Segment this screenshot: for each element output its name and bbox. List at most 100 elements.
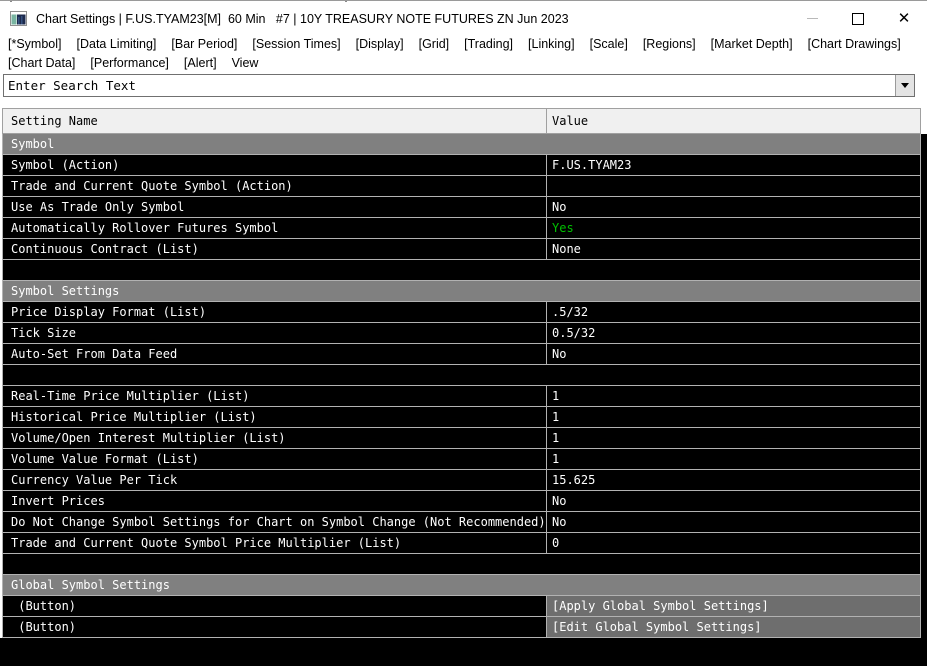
menu-item-chart-data[interactable]: [Chart Data] [8,54,75,73]
menu-item-chart-drawings[interactable]: [Chart Drawings] [808,35,901,54]
setting-row[interactable]: Volume Value Format (List) 1 [2,449,921,470]
section-header-row: Symbol [2,134,921,155]
separator-row [2,365,921,386]
menu-item-bar-period[interactable]: [Bar Period] [171,35,237,54]
setting-name-cell: Tick Size [3,323,547,343]
column-header-value: Value [552,114,589,128]
setting-name-cell: Volume Value Format (List) [3,449,547,469]
search-dropdown-button[interactable] [895,75,914,96]
caption-buttons: ✕ [789,2,927,35]
search-input[interactable] [4,75,895,96]
setting-value-cell[interactable]: Yes [547,218,920,238]
setting-value-cell[interactable]: 1 [547,449,920,469]
setting-row[interactable]: Auto-Set From Data Feed No [2,344,921,365]
setting-row[interactable]: Do Not Change Symbol Settings for Chart … [2,512,921,533]
close-button[interactable]: ✕ [881,2,927,35]
app-icon [10,11,27,26]
setting-value-cell[interactable]: No [547,344,920,364]
title-bar[interactable]: Chart Settings | F.US.TYAM23[M] 60 Min #… [0,2,927,35]
setting-value-cell[interactable]: 15.625 [547,470,920,490]
menu-bar: [*Symbol] [Data Limiting] [Bar Period] [Ses… [8,35,920,73]
setting-row[interactable]: Tick Size 0.5/32 [2,323,921,344]
setting-name-cell: Price Display Format (List) [3,302,547,322]
setting-value-cell[interactable]: No [547,197,920,217]
menu-item-data-limiting[interactable]: [Data Limiting] [77,35,157,54]
menu-item-alert[interactable]: [Alert] [184,54,217,73]
setting-name-cell: Continuous Contract (List) [3,239,547,259]
menu-item-regions[interactable]: [Regions] [643,35,696,54]
settings-table-header: Setting Name Value [2,108,921,134]
minimize-button[interactable] [789,2,835,35]
setting-name-cell: (Button) [3,596,547,616]
setting-row[interactable]: Trade and Current Quote Symbol (Action) [2,176,921,197]
menu-item-session-times[interactable]: [Session Times] [252,35,340,54]
setting-row[interactable]: Currency Value Per Tick 15.625 [2,470,921,491]
menu-item-performance[interactable]: [Performance] [90,54,169,73]
search-combobox [3,74,915,97]
setting-value-cell[interactable]: 0 [547,533,920,553]
setting-row[interactable]: Historical Price Multiplier (List) 1 [2,407,921,428]
menu-item-linking[interactable]: [Linking] [528,35,575,54]
setting-name-cell: Do Not Change Symbol Settings for Chart … [3,512,547,532]
menu-item-trading[interactable]: [Trading] [464,35,513,54]
bottom-black-fill [0,638,927,666]
setting-name-cell: Trade and Current Quote Symbol Price Mul… [3,533,547,553]
setting-value-cell[interactable]: 0.5/32 [547,323,920,343]
section-header-row: Symbol Settings [2,281,921,302]
setting-name-cell: (Button) [3,617,547,637]
setting-row[interactable]: Use As Trade Only Symbol No [2,197,921,218]
chevron-down-icon [901,83,909,88]
setting-value-cell[interactable] [547,176,920,196]
chart-settings-window: Chart Settings | F.US.TYAM23[M] 60 Min #… [0,0,927,666]
settings-table: Setting Name Value Symbol Symbol (Action)… [2,108,921,638]
setting-value-cell[interactable]: 1 [547,428,920,448]
window-title: Chart Settings | F.US.TYAM23[M] 60 Min #… [36,11,569,26]
setting-name-cell: Real-Time Price Multiplier (List) [3,386,547,406]
menu-line-2: [Chart Data] [Performance] [Alert] View [8,54,920,73]
menu-item-grid[interactable]: [Grid] [419,35,450,54]
right-black-fill [921,134,927,666]
menu-item-market-depth[interactable]: [Market Depth] [711,35,793,54]
setting-row[interactable]: (Button) [Edit Global Symbol Settings] [2,617,921,638]
setting-name-cell: Invert Prices [3,491,547,511]
separator-row [2,260,921,281]
menu-item-scale[interactable]: [Scale] [590,35,628,54]
setting-row[interactable]: Automatically Rollover Futures Symbol Yes [2,218,921,239]
setting-value-cell[interactable]: None [547,239,920,259]
setting-row[interactable]: Real-Time Price Multiplier (List) 1 [2,386,921,407]
setting-row[interactable]: Continuous Contract (List) None [2,239,921,260]
menu-line-1: [*Symbol] [Data Limiting] [Bar Period] [Ses… [8,35,920,54]
setting-value-cell[interactable]: F.US.TYAM23 [547,155,920,175]
section-header-row: Global Symbol Settings [2,575,921,596]
setting-row[interactable]: Symbol (Action) F.US.TYAM23 [2,155,921,176]
setting-row[interactable]: Price Display Format (List) .5/32 [2,302,921,323]
setting-value-cell[interactable]: 1 [547,407,920,427]
setting-row[interactable]: Trade and Current Quote Symbol Price Mul… [2,533,921,554]
setting-value-cell[interactable]: No [547,491,920,511]
minimize-icon [806,18,818,19]
setting-button-cell[interactable]: [Apply Global Symbol Settings] [547,596,920,616]
setting-button-cell[interactable]: [Edit Global Symbol Settings] [547,617,920,637]
setting-name-cell: Volume/Open Interest Multiplier (List) [3,428,547,448]
setting-value-cell[interactable]: 1 [547,386,920,406]
setting-name-cell: Automatically Rollover Futures Symbol [3,218,547,238]
menu-item-symbol[interactable]: [*Symbol] [8,35,62,54]
menu-item-display[interactable]: [Display] [356,35,404,54]
setting-row[interactable]: Invert Prices No [2,491,921,512]
setting-row[interactable]: (Button) [Apply Global Symbol Settings] [2,596,921,617]
setting-name-cell: Use As Trade Only Symbol [3,197,547,217]
setting-row[interactable]: Volume/Open Interest Multiplier (List) 1 [2,428,921,449]
setting-name-cell: Currency Value Per Tick [3,470,547,490]
close-icon: ✕ [897,10,911,27]
setting-name-cell: Symbol (Action) [3,155,547,175]
separator-row [2,554,921,575]
menu-item-view[interactable]: View [232,54,259,73]
maximize-icon [852,12,864,25]
maximize-button[interactable] [835,2,881,35]
setting-name-cell: Auto-Set From Data Feed [3,344,547,364]
setting-value-cell[interactable]: .5/32 [547,302,920,322]
settings-table-body: Symbol Symbol (Action) F.US.TYAM23 Trade an… [2,134,921,638]
setting-value-cell[interactable]: No [547,512,920,532]
column-header-setting-name: Setting Name [3,109,547,133]
setting-name-cell: Historical Price Multiplier (List) [3,407,547,427]
